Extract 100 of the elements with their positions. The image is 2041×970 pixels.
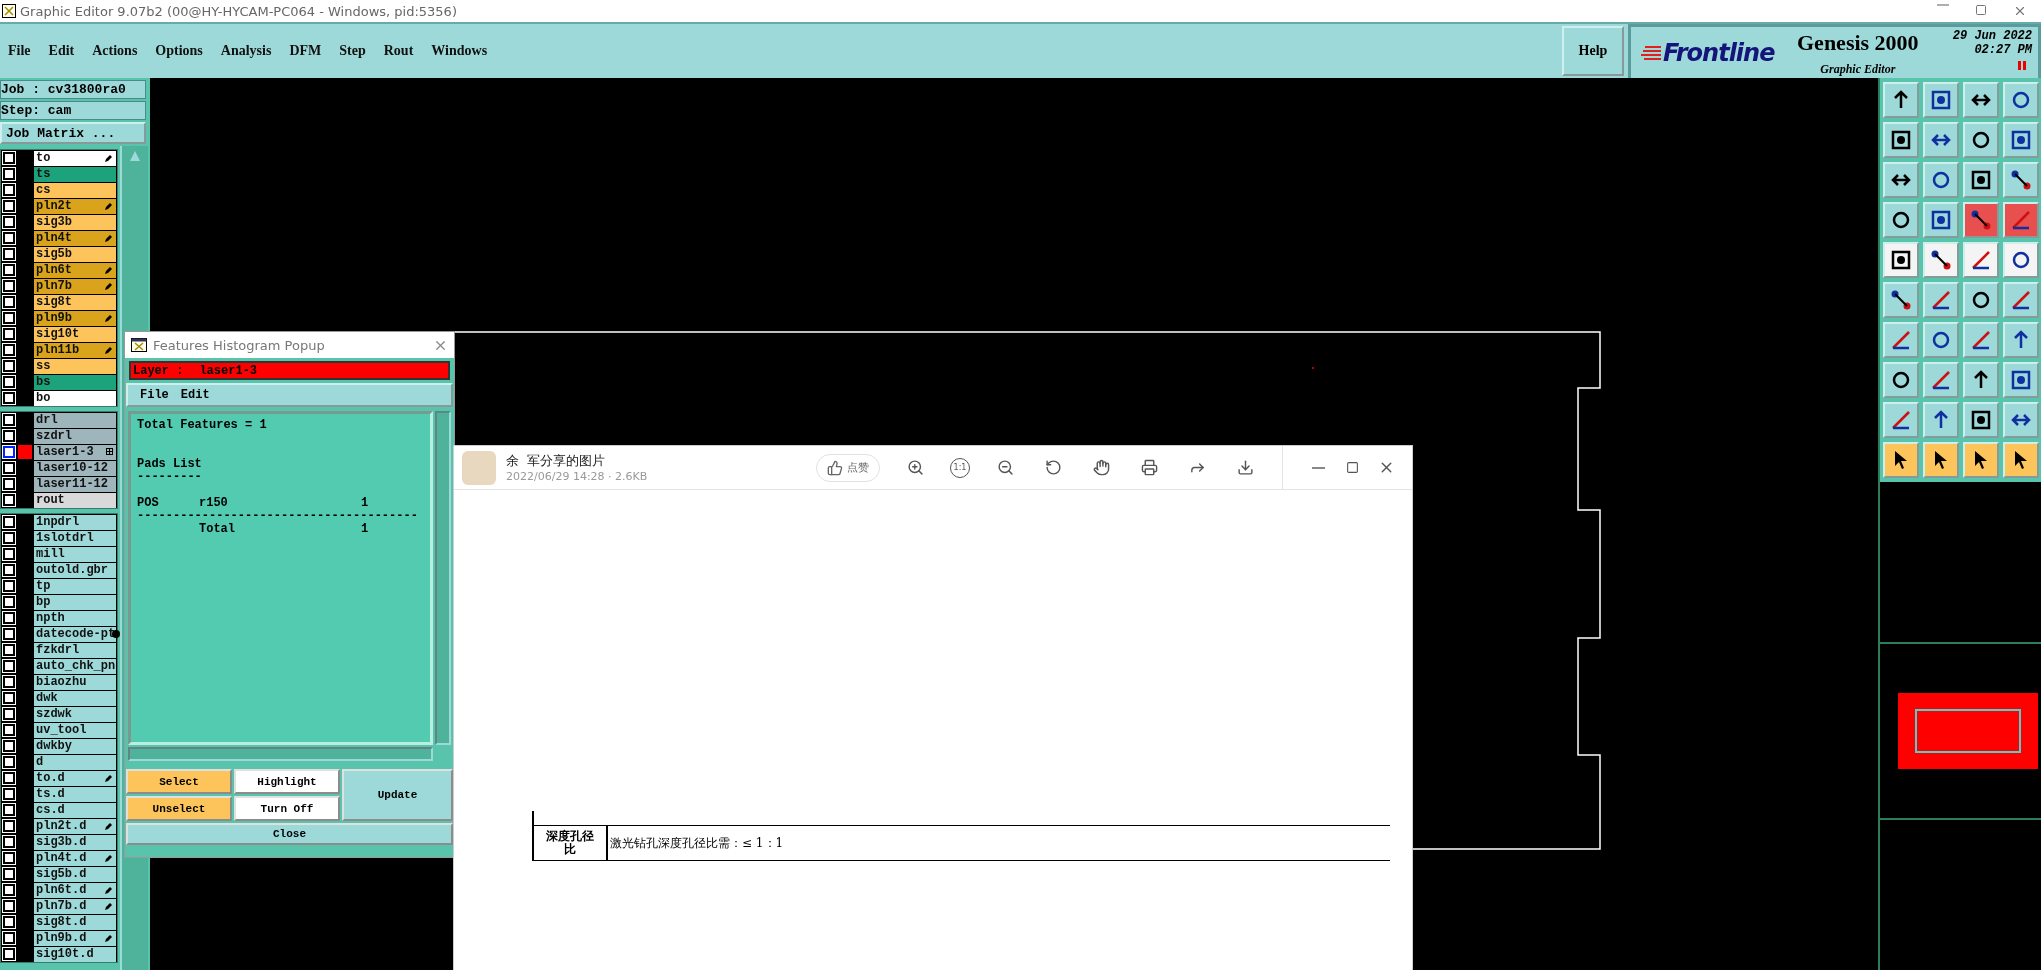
layer-row[interactable]: sig10t.d (1, 946, 117, 962)
checkbox[interactable] (3, 788, 15, 800)
checkbox[interactable] (3, 446, 15, 458)
checkbox[interactable] (3, 948, 15, 960)
tool-button[interactable] (1963, 202, 1999, 238)
tool-button[interactable] (1883, 122, 1919, 158)
layer-name[interactable]: pln4t (34, 230, 116, 246)
layer-name[interactable]: drl (34, 412, 116, 428)
layer-name[interactable]: sig8t (34, 294, 116, 310)
layer-name[interactable]: cs.d (34, 802, 116, 818)
checkbox[interactable] (3, 580, 15, 592)
tool-button[interactable] (2003, 162, 2039, 198)
select-button[interactable]: Select (126, 769, 232, 794)
checkbox[interactable] (3, 296, 15, 308)
layer-row[interactable]: ts.d (1, 786, 117, 802)
checkbox[interactable] (3, 248, 15, 260)
checkbox[interactable] (3, 868, 15, 880)
layer-name[interactable]: bp (34, 594, 116, 610)
checkbox[interactable] (3, 414, 15, 426)
layer-name[interactable]: pln9b (34, 310, 116, 326)
checkbox[interactable] (3, 152, 15, 164)
checkbox[interactable] (3, 360, 15, 372)
layer-row[interactable]: biaozhu (1, 674, 117, 690)
checkbox[interactable] (3, 644, 15, 656)
checkbox[interactable] (3, 344, 15, 356)
checkbox[interactable] (3, 312, 15, 324)
checkbox[interactable] (3, 836, 15, 848)
tool-button[interactable] (1923, 122, 1959, 158)
tool-button[interactable] (1963, 242, 1999, 278)
job-matrix-button[interactable]: Job Matrix ... (0, 122, 146, 144)
tool-button[interactable] (2003, 322, 2039, 358)
layer-row[interactable]: 1slotdrl (1, 530, 117, 546)
layer-row[interactable]: bp (1, 594, 117, 610)
layer-name[interactable]: auto_chk_pn (34, 658, 116, 674)
tool-button[interactable] (2003, 402, 2039, 438)
checkbox[interactable] (3, 596, 15, 608)
layer-row[interactable]: tp (1, 578, 117, 594)
tool-button[interactable] (1883, 162, 1919, 198)
checkbox[interactable] (3, 740, 15, 752)
layer-row[interactable]: szdrl (1, 428, 117, 444)
layer-row[interactable]: rout (1, 492, 117, 508)
layer-row[interactable]: ts (1, 166, 117, 182)
layer-row[interactable]: laser1-3 (1, 444, 117, 460)
layer-name[interactable]: pln11b (34, 342, 116, 358)
layer-name[interactable]: dwk (34, 690, 116, 706)
checkbox[interactable] (3, 756, 15, 768)
layer-row[interactable]: pln2t (1, 198, 117, 214)
menu-item[interactable]: Windows (431, 43, 488, 59)
layer-row[interactable]: szdwk (1, 706, 117, 722)
tool-button[interactable] (1923, 162, 1959, 198)
layer-name[interactable]: dwkby (34, 738, 116, 754)
tool-button[interactable] (1923, 322, 1959, 358)
checkbox[interactable] (3, 772, 15, 784)
like-button[interactable]: 点赞 (816, 453, 880, 482)
layer-row[interactable]: sig5b.d (1, 866, 117, 882)
layer-name[interactable]: szdwk (34, 706, 116, 722)
tool-button[interactable] (1883, 242, 1919, 278)
checkbox[interactable] (3, 548, 15, 560)
layer-row[interactable]: sig8t (1, 294, 117, 310)
horizontal-scrollbar[interactable] (128, 747, 433, 761)
checkbox[interactable] (3, 708, 15, 720)
tool-button[interactable] (2003, 202, 2039, 238)
tool-button[interactable] (1883, 322, 1919, 358)
checkbox[interactable] (3, 628, 15, 640)
layer-name[interactable]: sig10t (34, 326, 116, 342)
tool-button[interactable] (1963, 362, 1999, 398)
layer-row[interactable]: pln7b.d (1, 898, 117, 914)
layer-name[interactable]: cs (34, 182, 116, 198)
tool-button[interactable] (1923, 202, 1959, 238)
layer-row[interactable]: fzkdrl (1, 642, 117, 658)
tool-button[interactable] (1923, 362, 1959, 398)
layer-row[interactable]: npth (1, 610, 117, 626)
checkbox[interactable] (3, 660, 15, 672)
layer-row[interactable]: bo (1, 390, 117, 406)
menu-item[interactable]: Edit (48, 43, 75, 59)
checkbox[interactable] (3, 216, 15, 228)
layer-row[interactable]: bs (1, 374, 117, 390)
layer-name[interactable]: laser1-3 (34, 444, 116, 460)
layer-row[interactable]: sig5b (1, 246, 117, 262)
menu-item[interactable]: Actions (92, 43, 138, 59)
layer-name[interactable]: uv_tool (34, 722, 116, 738)
checkbox[interactable] (3, 820, 15, 832)
checkbox[interactable] (3, 852, 15, 864)
highlight-button[interactable]: Highlight (234, 769, 340, 794)
tool-button[interactable] (1963, 282, 1999, 318)
checkbox[interactable] (3, 900, 15, 912)
turn-off-button[interactable]: Turn Off (234, 796, 340, 821)
layer-name[interactable]: outold.gbr (34, 562, 116, 578)
tool-button[interactable] (1963, 402, 1999, 438)
help-menu[interactable]: Help (1562, 26, 1624, 76)
tool-button[interactable] (1883, 362, 1919, 398)
tool-button[interactable] (2003, 362, 2039, 398)
layer-row[interactable]: pln9b.d (1, 930, 117, 946)
layer-row[interactable]: dwkby (1, 738, 117, 754)
layer-row[interactable]: pln4t.d (1, 850, 117, 866)
tool-button[interactable] (2003, 442, 2039, 478)
layer-name[interactable]: biaozhu (34, 674, 116, 690)
layer-name[interactable]: sig3b.d (34, 834, 116, 850)
checkbox[interactable] (3, 612, 15, 624)
tool-button[interactable] (1963, 82, 1999, 118)
